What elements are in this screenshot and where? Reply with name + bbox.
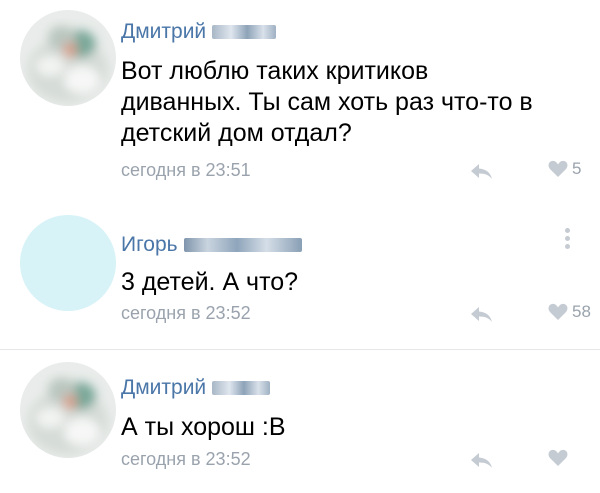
more-options-icon[interactable] xyxy=(562,225,572,259)
author-name[interactable]: Игорь xyxy=(121,233,302,257)
heart-icon xyxy=(548,160,568,177)
comment-text: 3 детей. А что? xyxy=(121,268,299,296)
blurred-avatar-image xyxy=(20,362,116,458)
comment-timestamp: сегодня в 23:52 xyxy=(121,303,251,323)
like-count: 58 xyxy=(572,302,591,321)
comment-item: Игорь 3 детей. А что? сегодня в 23:52 58 xyxy=(0,205,600,345)
censored-surname xyxy=(183,238,302,253)
avatar[interactable] xyxy=(20,215,116,311)
heart-icon xyxy=(548,449,568,466)
reply-arrow-icon[interactable] xyxy=(469,162,493,180)
comment-text: Вот люблю таких критиков диванных. Ты са… xyxy=(121,57,533,147)
avatar[interactable] xyxy=(20,10,116,106)
heart-icon xyxy=(548,303,568,320)
reply-arrow-icon[interactable] xyxy=(469,451,493,469)
author-name[interactable]: Дмитрий xyxy=(121,20,277,44)
like-button[interactable]: 58 xyxy=(548,301,591,323)
comment-timestamp: сегодня в 23:52 xyxy=(121,449,251,469)
comment-item: Дмитрий Вот люблю таких критиков диванны… xyxy=(0,0,600,205)
censored-surname xyxy=(212,25,277,40)
comment-text: А ты хорош :В xyxy=(121,413,286,441)
comment-item: Дмитрий А ты хорош :В сегодня в 23:52 xyxy=(0,350,600,493)
author-name[interactable]: Дмитрий xyxy=(121,376,271,400)
like-button[interactable] xyxy=(548,447,572,469)
reply-arrow-icon[interactable] xyxy=(469,305,493,323)
avatar[interactable] xyxy=(20,362,116,458)
censored-surname xyxy=(212,381,271,396)
comment-timestamp: сегодня в 23:51 xyxy=(121,160,251,180)
blurred-avatar-image xyxy=(20,10,116,106)
like-button[interactable]: 5 xyxy=(548,158,581,180)
like-count: 5 xyxy=(572,159,582,178)
